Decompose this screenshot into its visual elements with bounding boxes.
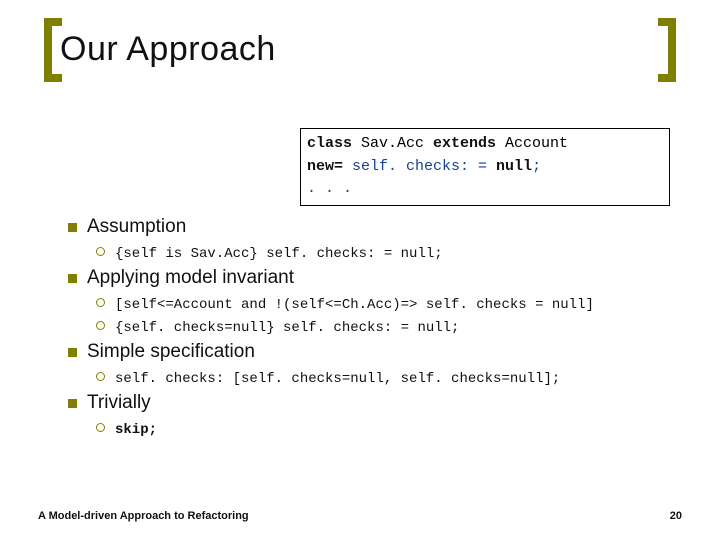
keyword-extends: extends (433, 135, 496, 152)
code-text: Sav.Acc (352, 135, 433, 152)
square-bullet-icon (68, 348, 77, 357)
square-bullet-icon (68, 399, 77, 408)
square-bullet-icon (68, 274, 77, 283)
code-line-1: class Sav.Acc extends Account (307, 133, 663, 156)
circle-bullet-icon (96, 423, 105, 432)
circle-bullet-icon (96, 321, 105, 330)
slide: Our Approach class Sav.Acc extends Accou… (0, 0, 720, 540)
sub-item: {self. checks=null} self. checks: = null… (68, 315, 690, 335)
keyword-class: class (307, 135, 352, 152)
square-bullet-icon (68, 223, 77, 232)
section-heading: Trivially (87, 392, 151, 414)
circle-bullet-icon (96, 372, 105, 381)
code-line-3: . . . (307, 178, 663, 201)
content-area: Assumption {self is Sav.Acc} self. check… (68, 210, 690, 440)
section-heading: Simple specification (87, 341, 255, 363)
code-line: [self<=Account and !(self<=Ch.Acc)=> sel… (115, 297, 594, 313)
sub-item: skip; (68, 417, 690, 437)
footer: A Model-driven Approach to Refactoring 2… (38, 510, 682, 522)
code-box: class Sav.Acc extends Account new= self.… (300, 128, 670, 206)
bullet-trivially: Trivially (68, 392, 690, 414)
bullet-assumption: Assumption (68, 216, 690, 238)
sub-item: [self<=Account and !(self<=Ch.Acc)=> sel… (68, 292, 690, 312)
code-text: ; (532, 158, 541, 175)
keyword-new: new= (307, 158, 343, 175)
page-number: 20 (670, 510, 682, 522)
section-heading: Assumption (87, 216, 186, 238)
code-line: self. checks: [self. checks=null, self. … (115, 371, 560, 387)
circle-bullet-icon (96, 247, 105, 256)
sub-item: self. checks: [self. checks=null, self. … (68, 366, 690, 386)
code-line: skip; (115, 422, 157, 438)
code-line: {self is Sav.Acc} self. checks: = null; (115, 246, 443, 262)
code-text: Account (496, 135, 568, 152)
keyword-null: null (496, 158, 532, 175)
bullet-simple-spec: Simple specification (68, 341, 690, 363)
code-line-2: new= self. checks: = null; (307, 156, 663, 179)
footer-text: A Model-driven Approach to Refactoring (38, 510, 249, 522)
code-text: self. checks: = (343, 158, 496, 175)
page-title: Our Approach (60, 30, 660, 69)
sub-item: {self is Sav.Acc} self. checks: = null; (68, 241, 690, 261)
code-line: {self. checks=null} self. checks: = null… (115, 320, 459, 336)
circle-bullet-icon (96, 298, 105, 307)
bullet-invariant: Applying model invariant (68, 267, 690, 289)
section-heading: Applying model invariant (87, 267, 294, 289)
